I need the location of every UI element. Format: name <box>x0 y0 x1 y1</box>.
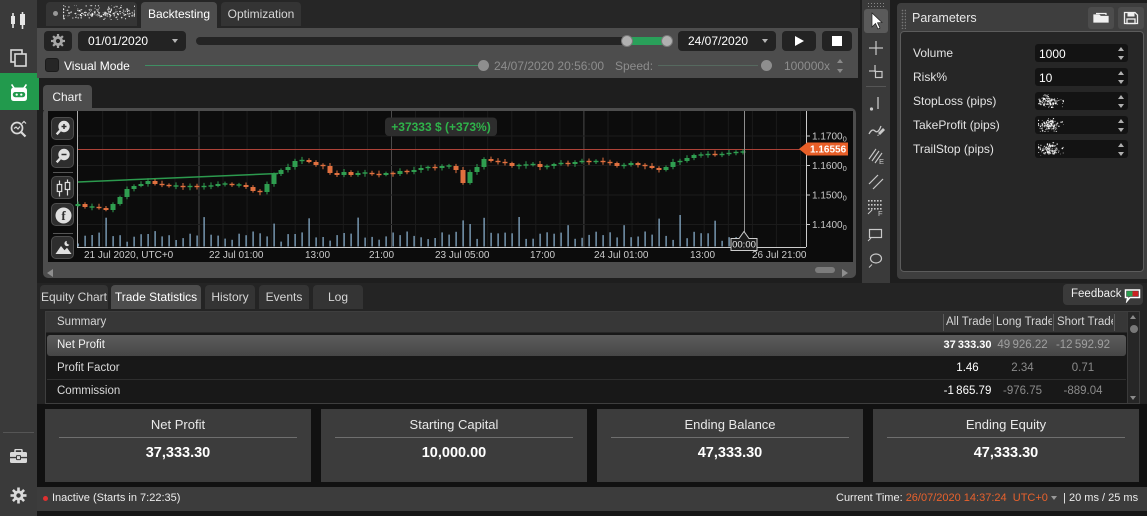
svg-text:1.15000: 1.15000 <box>812 191 847 203</box>
svg-text:13:00: 13:00 <box>305 250 330 261</box>
svg-text:+37333 $ (+373%): +37333 $ (+373%) <box>391 120 490 134</box>
svg-text:1.17000: 1.17000 <box>812 132 847 144</box>
svg-text:24 Jul 01:00: 24 Jul 01:00 <box>594 250 649 261</box>
svg-text:1.16000: 1.16000 <box>812 161 847 173</box>
svg-text:E: E <box>879 157 884 166</box>
svg-text:00:00: 00:00 <box>732 240 756 251</box>
svg-text:23 Jul 05:00: 23 Jul 05:00 <box>435 250 490 261</box>
svg-text:21:00: 21:00 <box>369 250 394 261</box>
svg-text:21 Jul 2020, UTC+0: 21 Jul 2020, UTC+0 <box>84 250 174 261</box>
svg-text:F: F <box>878 209 883 218</box>
svg-text:17:00: 17:00 <box>530 250 555 261</box>
svg-text:1.16556: 1.16556 <box>810 145 847 156</box>
svg-text:f: f <box>61 208 66 223</box>
svg-text:22 Jul 01:00: 22 Jul 01:00 <box>209 250 264 261</box>
svg-text:13:00: 13:00 <box>690 250 715 261</box>
svg-text:1.14000: 1.14000 <box>812 220 847 232</box>
svg-text:26 Jul 21:00: 26 Jul 21:00 <box>752 250 807 261</box>
